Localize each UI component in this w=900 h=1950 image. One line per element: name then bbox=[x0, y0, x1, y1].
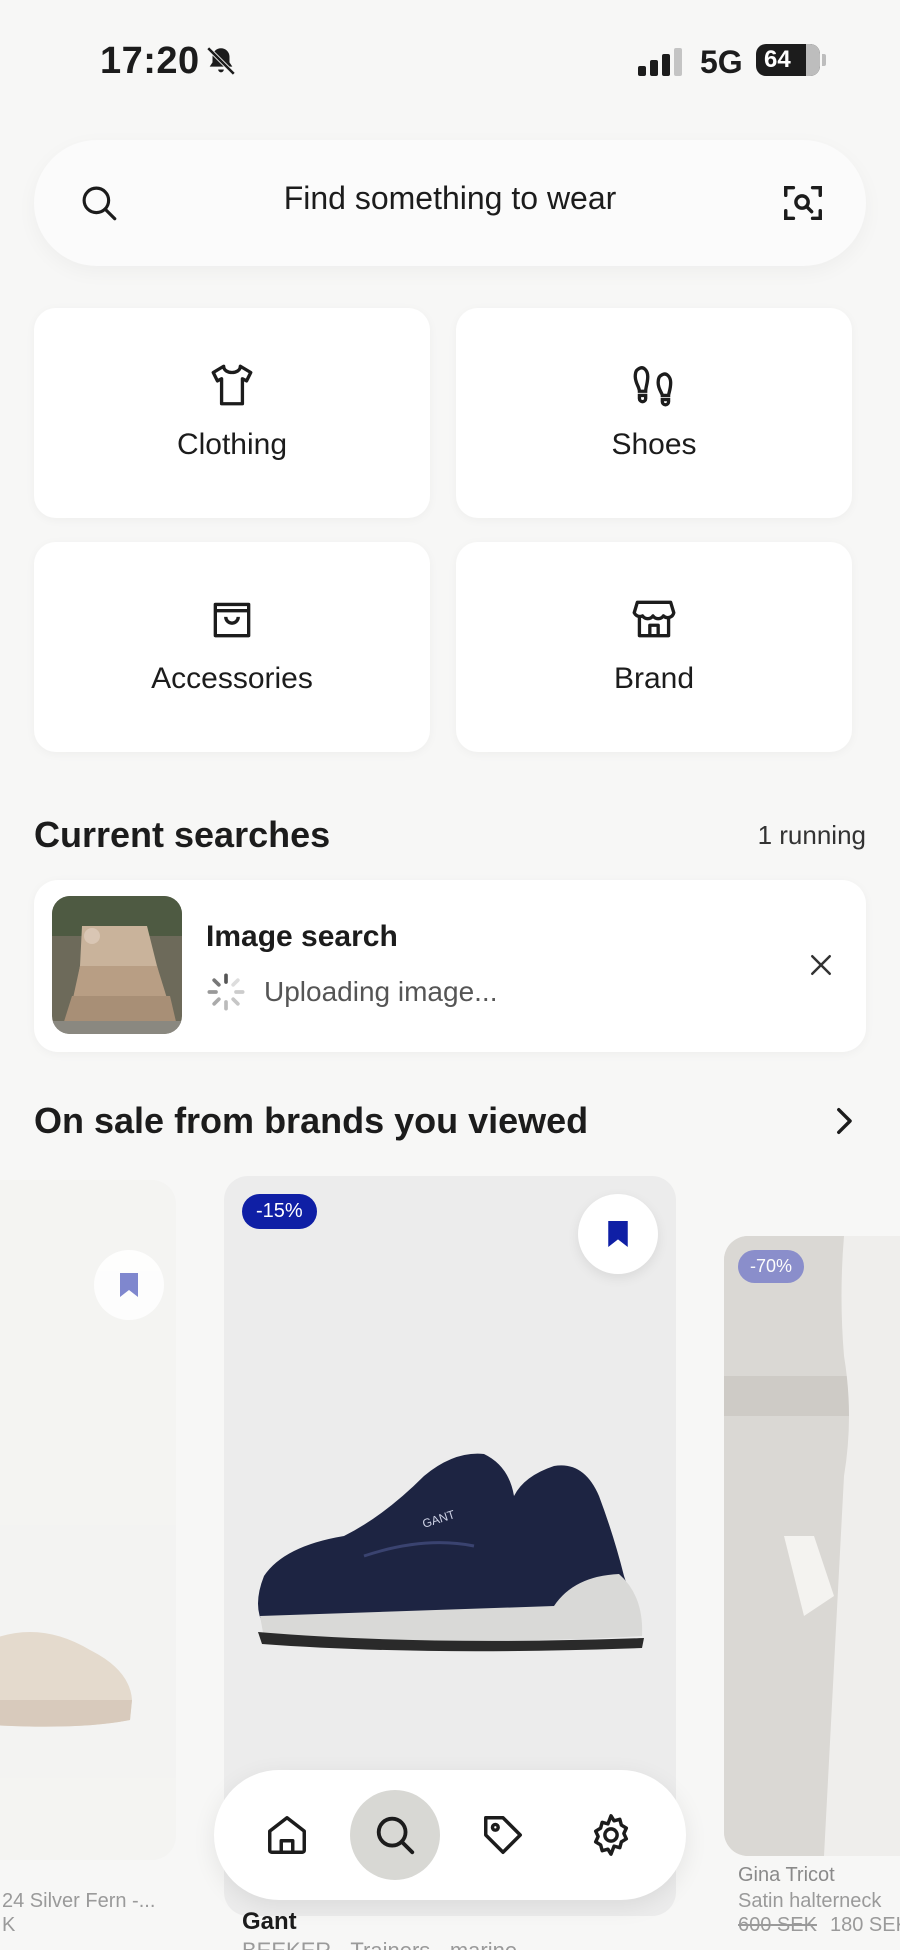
product-price: 180 SEK bbox=[830, 1914, 900, 1936]
product-brand: Gina Tricot bbox=[738, 1864, 835, 1886]
close-icon[interactable] bbox=[806, 950, 836, 980]
tag-icon bbox=[484, 1816, 522, 1854]
category-accessories[interactable]: Accessories bbox=[34, 542, 430, 752]
search-icon bbox=[376, 1816, 415, 1855]
search-bar[interactable]: Find something to wear bbox=[34, 140, 866, 266]
running-count: 1 running bbox=[757, 820, 866, 850]
settings-icon bbox=[593, 1814, 629, 1856]
product-caption: 24 Silver Fern -... bbox=[2, 1890, 156, 1912]
search-placeholder[interactable]: Find something to wear bbox=[34, 180, 866, 217]
bag-icon bbox=[213, 602, 251, 638]
status-bar: 17:20 5G 64 bbox=[0, 0, 900, 120]
bookmark-button[interactable] bbox=[94, 1250, 164, 1320]
image-search-card[interactable]: Image search Uploading image... bbox=[34, 880, 866, 1052]
bell-slash-icon bbox=[206, 46, 236, 76]
nav-sale[interactable] bbox=[458, 1790, 548, 1880]
category-label: Clothing bbox=[176, 428, 288, 461]
loading-spinner-icon bbox=[207, 973, 245, 1011]
tshirt-icon bbox=[211, 364, 253, 406]
category-label: Brand bbox=[613, 662, 695, 695]
category-label: Accessories bbox=[151, 662, 313, 695]
image-scan-icon[interactable] bbox=[780, 180, 826, 226]
chevron-right-icon[interactable] bbox=[826, 1104, 860, 1138]
category-brand[interactable]: Brand bbox=[456, 542, 852, 752]
status-time: 17:20 bbox=[100, 40, 200, 82]
search-thumbnail bbox=[52, 896, 182, 1034]
search-item-status: Uploading image... bbox=[264, 976, 498, 1007]
nav-home[interactable] bbox=[242, 1790, 332, 1880]
category-label: Shoes bbox=[611, 428, 697, 461]
battery-level: 64 bbox=[764, 46, 791, 73]
nav-settings[interactable] bbox=[566, 1790, 656, 1880]
product-brand: Gant bbox=[242, 1908, 297, 1935]
product-card-gina-tricot[interactable]: -70% bbox=[724, 1236, 900, 1856]
category-clothing[interactable]: Clothing bbox=[34, 308, 430, 518]
product-name: BEEKER - Trainers - marine bbox=[242, 1938, 517, 1950]
current-searches-title: Current searches bbox=[34, 814, 331, 855]
home-icon bbox=[268, 1816, 306, 1854]
category-shoes[interactable]: Shoes bbox=[456, 308, 852, 518]
bottom-nav bbox=[214, 1770, 686, 1900]
footprints-icon bbox=[633, 366, 673, 407]
product-name: Satin halterneck bbox=[738, 1890, 882, 1912]
signal-icon bbox=[638, 48, 682, 76]
network-label: 5G bbox=[700, 44, 743, 80]
search-item-title: Image search bbox=[206, 920, 398, 953]
battery-indicator: 64 bbox=[756, 44, 820, 76]
nav-search[interactable] bbox=[350, 1790, 440, 1880]
search-icon bbox=[82, 186, 117, 221]
product-price: K bbox=[2, 1914, 16, 1936]
discount-badge: -70% bbox=[738, 1250, 805, 1283]
battery-nub bbox=[822, 54, 826, 66]
product-old-price: 600 SEK bbox=[738, 1914, 817, 1936]
bookmark-icon bbox=[120, 1273, 138, 1297]
store-icon bbox=[632, 600, 676, 638]
on-sale-title: On sale from brands you viewed bbox=[34, 1100, 589, 1141]
